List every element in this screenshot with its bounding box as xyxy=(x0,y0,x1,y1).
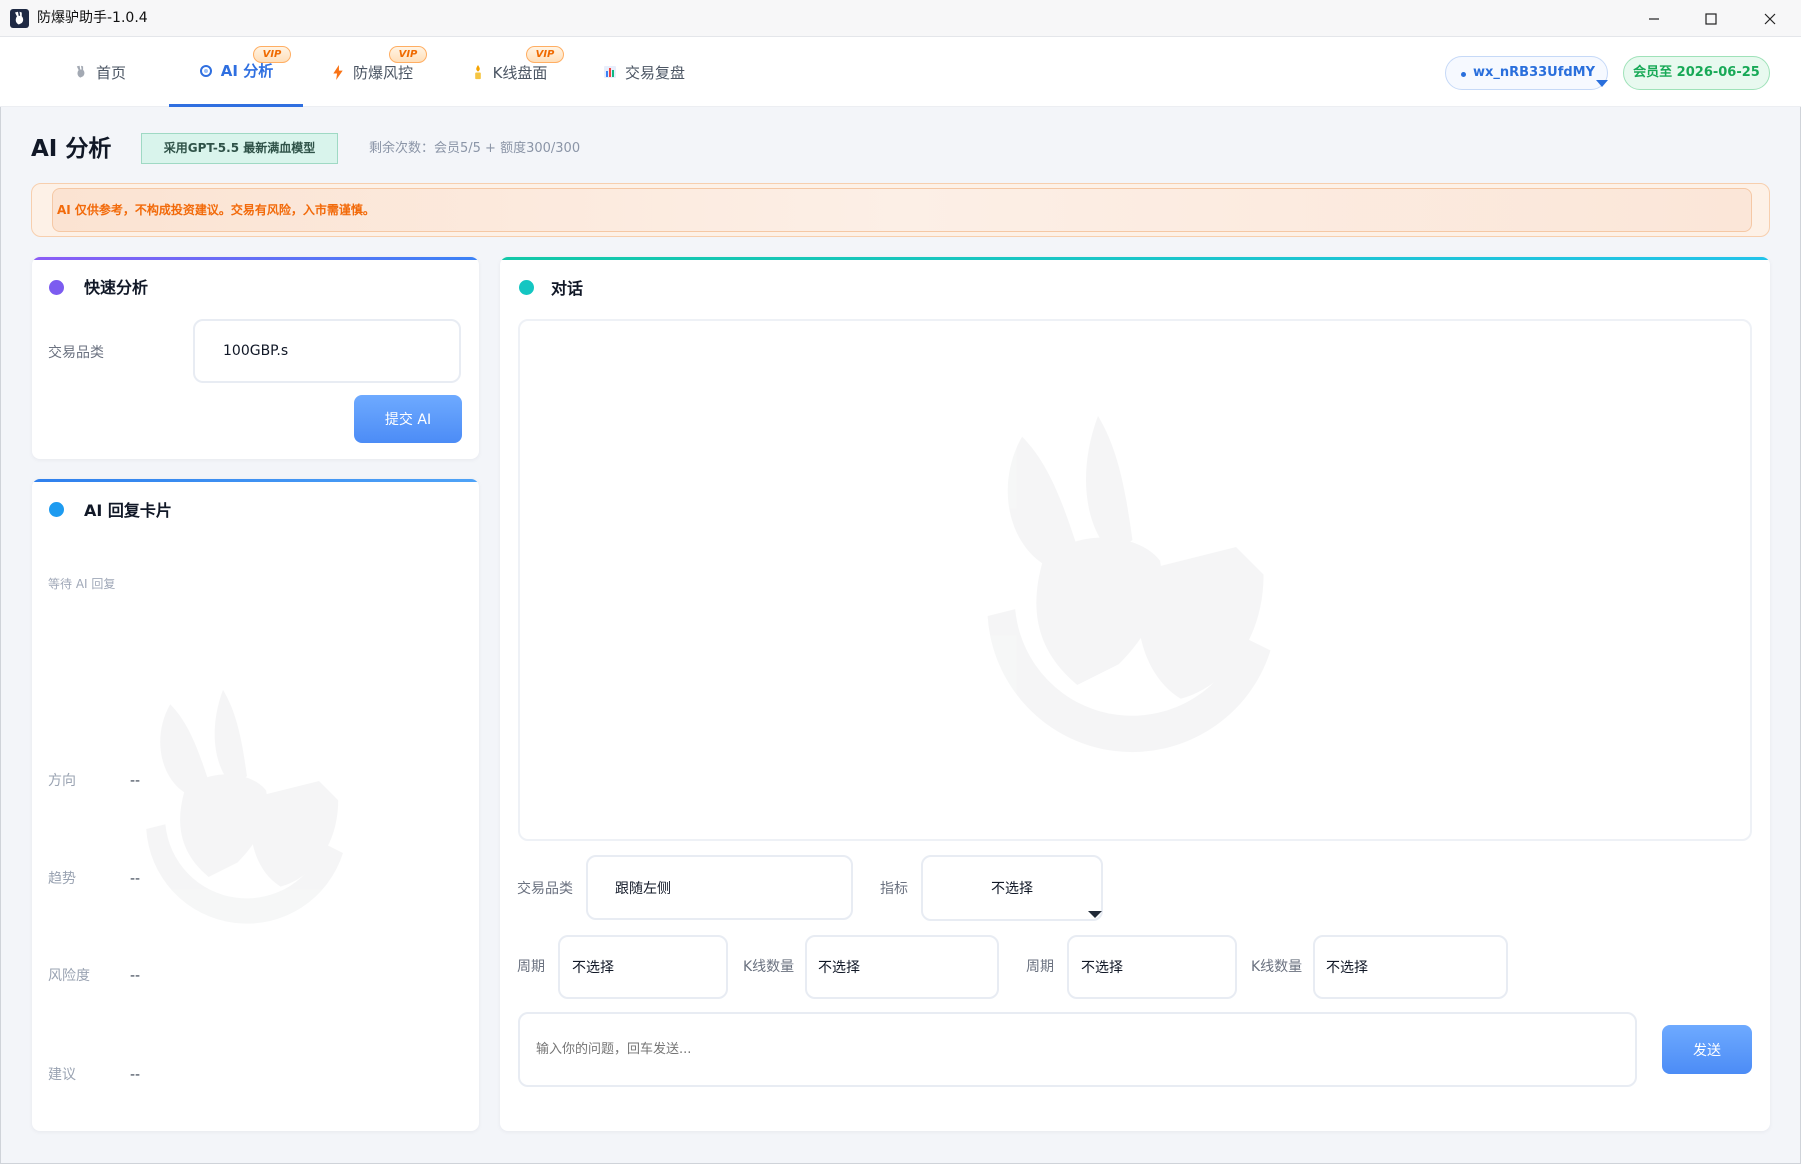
indicator-select[interactable]: 不选择 xyxy=(921,855,1103,921)
quota-text: 剩余次数：会员5/5 + 额度300/300 xyxy=(369,141,581,156)
symbol-label: 交易品类 xyxy=(48,345,104,361)
period-label: 周期 xyxy=(1026,959,1054,975)
chat-symbol-label: 交易品类 xyxy=(517,881,573,897)
quick-analysis-card: 快速分析 交易品类 提交 AI xyxy=(32,257,479,459)
card-accent-bar xyxy=(32,479,479,482)
close-icon xyxy=(1764,13,1776,24)
chat-card: 对话 交易品类 指标 不选择 周期 不选择 K线数量 xyxy=(500,257,1770,1131)
direction-value: -- xyxy=(130,773,141,789)
disclaimer-text: AI 仅供参考，不构成投资建议。交易有风险，入市需谨慎。 xyxy=(57,203,375,217)
vip-badge: VIP xyxy=(389,46,427,63)
kline-count-select-1[interactable]: 不选择 xyxy=(805,935,999,999)
user-account-dropdown[interactable]: wx_nRB33UfdMY xyxy=(1445,56,1608,90)
period-label: 周期 xyxy=(517,959,545,975)
donkey-logo-icon xyxy=(10,9,29,28)
submit-ai-button[interactable]: 提交 AI xyxy=(354,395,462,443)
period-value: 不选择 xyxy=(572,960,614,976)
tab-label: AI 分析 xyxy=(220,62,274,80)
risk-label: 风险度 xyxy=(48,968,90,984)
indicator-label: 指标 xyxy=(880,881,908,897)
vip-badge: VIP xyxy=(526,46,564,63)
tab-trade-review[interactable]: 交易复盘 xyxy=(577,37,711,107)
chat-messages-area[interactable] xyxy=(518,319,1752,841)
tab-label: K线盘面 xyxy=(492,63,548,82)
card-accent-bar xyxy=(32,257,479,260)
section-dot xyxy=(519,280,534,295)
ai-ring-icon xyxy=(199,63,214,78)
top-nav: 首页 AI 分析 VIP 防爆风控 VIP K线盘面 VIP 交易复盘 wx_n… xyxy=(0,37,1801,107)
message-input[interactable] xyxy=(518,1012,1637,1087)
advice-value: -- xyxy=(130,1067,141,1083)
model-badge: 采用GPT-5.5 最新满血模型 xyxy=(141,133,338,164)
app-window: 防爆驴助手-1.0.4 首页 AI 分析 VIP 防爆风控 VIP K线盘面 V… xyxy=(0,0,1801,1164)
minimize-icon xyxy=(1649,17,1659,20)
tab-ai-analysis[interactable]: AI 分析 VIP xyxy=(169,37,303,107)
tab-label: 首页 xyxy=(95,63,126,82)
kline-count-label: K线数量 xyxy=(1251,959,1303,975)
period-select-1[interactable]: 不选择 xyxy=(558,935,728,999)
send-button[interactable]: 发送 xyxy=(1662,1025,1752,1074)
risk-value: -- xyxy=(130,968,141,984)
disclaimer-inner: AI 仅供参考，不构成投资建议。交易有风险，入市需谨慎。 xyxy=(52,188,1752,232)
membership-badge: 会员至 2026-06-25 xyxy=(1623,56,1770,90)
lightning-icon xyxy=(331,64,346,80)
maximize-icon xyxy=(1705,12,1717,25)
tab-label: 防爆风控 xyxy=(352,63,413,82)
card-accent-bar xyxy=(500,257,1770,260)
kline-count-select-2[interactable]: 不选择 xyxy=(1313,935,1508,999)
candle-icon xyxy=(471,64,486,80)
chevron-down-icon xyxy=(1088,911,1102,918)
tab-kline[interactable]: K线盘面 VIP xyxy=(442,37,576,107)
window-title: 防爆驴助手-1.0.4 xyxy=(37,10,148,26)
card-title: 快速分析 xyxy=(84,278,149,297)
section-dot xyxy=(49,502,64,517)
chat-symbol-input[interactable] xyxy=(586,855,853,920)
ai-reply-card: AI 回复卡片 等待 AI 回复 方向 -- 趋势 -- 风险度 -- 建议 -… xyxy=(32,479,479,1131)
trend-label: 趋势 xyxy=(48,871,76,887)
tab-risk-control[interactable]: 防爆风控 VIP xyxy=(305,37,439,107)
symbol-input[interactable] xyxy=(193,319,461,383)
user-name: wx_nRB33UfdMY xyxy=(1473,65,1596,80)
reply-status: 等待 AI 回复 xyxy=(48,577,116,591)
vip-badge: VIP xyxy=(253,46,291,63)
page-title: AI 分析 xyxy=(31,136,112,162)
close-button[interactable] xyxy=(1747,0,1793,37)
advice-label: 建议 xyxy=(48,1067,76,1083)
title-bar: 防爆驴助手-1.0.4 xyxy=(0,0,1801,37)
kline-count-value: 不选择 xyxy=(818,960,860,976)
watermark-logo xyxy=(987,415,1271,753)
kline-count-value: 不选择 xyxy=(1326,960,1368,976)
card-title: AI 回复卡片 xyxy=(84,501,172,520)
section-dot xyxy=(49,280,64,295)
maximize-button[interactable] xyxy=(1688,0,1734,37)
kline-count-label: K线数量 xyxy=(743,959,795,975)
donkey-icon xyxy=(74,65,89,80)
minimize-button[interactable] xyxy=(1631,0,1677,37)
status-dot xyxy=(1461,72,1466,77)
direction-label: 方向 xyxy=(48,773,76,789)
indicator-value: 不选择 xyxy=(991,881,1033,897)
period-select-2[interactable]: 不选择 xyxy=(1067,935,1237,999)
card-title: 对话 xyxy=(551,279,584,298)
tab-home[interactable]: 首页 xyxy=(33,37,167,107)
bar-chart-icon xyxy=(603,65,618,80)
disclaimer-banner: AI 仅供参考，不构成投资建议。交易有风险，入市需谨慎。 xyxy=(31,183,1770,237)
watermark-logo xyxy=(146,689,343,924)
chevron-down-icon xyxy=(1596,80,1608,87)
tab-label: 交易复盘 xyxy=(624,63,685,82)
period-value: 不选择 xyxy=(1081,960,1123,976)
trend-value: -- xyxy=(130,871,141,887)
